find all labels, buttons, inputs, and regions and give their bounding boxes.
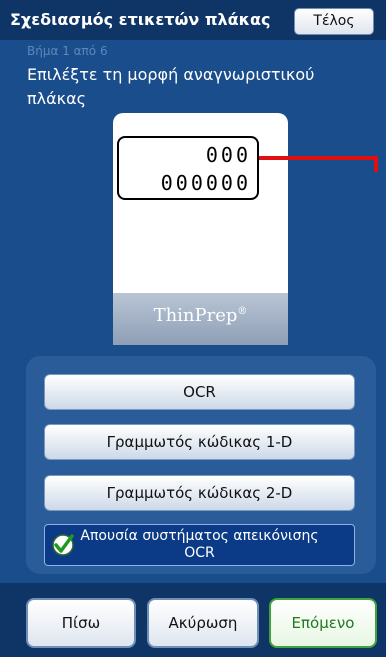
option-no-ocr[interactable]: Απουσία συστήματος απεικόνισης OCR	[44, 524, 355, 566]
brand-name: ThinPrep	[153, 305, 238, 326]
window-title: Σχεδιασμός ετικετών πλάκας	[10, 10, 271, 29]
option-barcode-2d[interactable]: Γραμμωτός κώδικας 2-D	[44, 475, 355, 511]
option-no-ocr-label: Απουσία συστήματος απεικόνισης OCR	[80, 528, 319, 561]
checkmark-icon	[52, 534, 74, 556]
slide-brand: ThinPrep®	[113, 305, 288, 326]
slide-frosted-end: ThinPrep®	[113, 293, 288, 345]
option-barcode-1d[interactable]: Γραμμωτός κώδικας 1-D	[44, 424, 355, 460]
instruction-text: Επιλέξτε τη μορφή αναγνωριστικού πλάκας	[27, 65, 315, 108]
slide-label-area: 000 000000	[117, 136, 259, 200]
next-button[interactable]: Επόμενο	[269, 598, 377, 648]
cancel-button[interactable]: Ακύρωση	[147, 598, 259, 648]
label-line-2: 000000	[160, 171, 251, 195]
option-ocr[interactable]: OCR	[44, 374, 355, 410]
label-line-1: 000	[205, 143, 251, 167]
done-button[interactable]: Τέλος	[294, 8, 374, 35]
back-button[interactable]: Πίσω	[26, 598, 136, 648]
step-indicator: Βήμα 1 από 6	[27, 44, 108, 58]
label-pointer	[259, 156, 377, 160]
title-bar: Σχεδιασμός ετικετών πλάκας Τέλος	[0, 0, 386, 40]
label-pointer-tail	[374, 156, 378, 172]
registered-mark: ®	[237, 306, 248, 317]
